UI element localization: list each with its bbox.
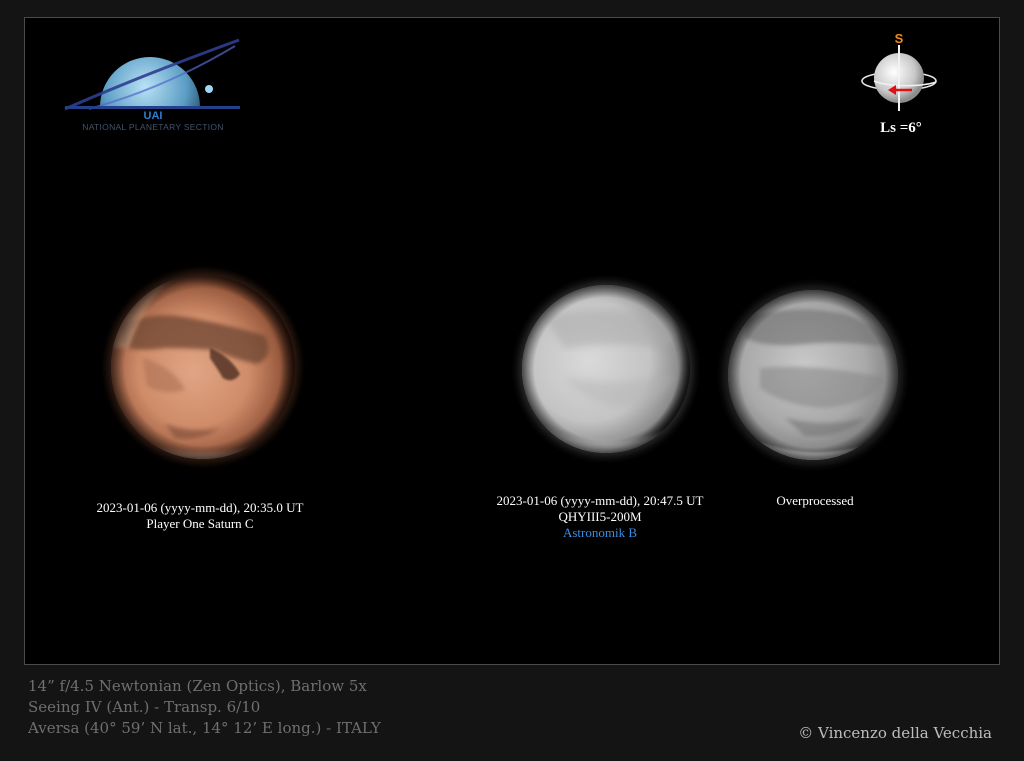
south-marker: S — [895, 31, 904, 46]
caption-date: 2023-01-06 (yyyy-mm-dd), 20:47.5 UT — [496, 493, 704, 508]
planet-scene: UAI NATIONAL PLANETARY SECTION S — [64, 31, 937, 465]
location-info: Aversa (40° 59’ N lat., 14° 12’ E long.)… — [28, 719, 381, 737]
orientation-globe-icon: S — [861, 31, 937, 111]
color-image-caption: 2023-01-06 (yyyy-mm-dd), 20:35.0 UT Play… — [70, 500, 330, 532]
observation-panel: UAI NATIONAL PLANETARY SECTION S Ls =6° … — [24, 17, 1000, 665]
caption-filter: Astronomik B — [562, 525, 638, 540]
overprocessed-caption: Overprocessed — [735, 493, 895, 509]
caption-camera: Player One Saturn C — [146, 516, 254, 531]
solar-longitude-label: Ls =6° — [880, 120, 922, 136]
uai-acronym: UAI — [144, 110, 163, 122]
telescope-info: 14” f/4.5 Newtonian (Zen Optics), Barlow… — [28, 677, 367, 695]
observation-details: 14” f/4.5 Newtonian (Zen Optics), Barlow… — [28, 676, 381, 739]
caption-label: Overprocessed — [776, 493, 854, 508]
mars-overprocessed-image — [723, 285, 903, 465]
bluefilter-image-caption: 2023-01-06 (yyyy-mm-dd), 20:47.5 UT QHYI… — [470, 493, 730, 541]
caption-camera: QHYIII5-200M — [558, 509, 642, 524]
caption-date: 2023-01-06 (yyyy-mm-dd), 20:35.0 UT — [96, 500, 304, 515]
uai-section-name: NATIONAL PLANETARY SECTION — [82, 122, 223, 132]
mars-bluefilter-image — [518, 281, 694, 457]
seeing-info: Seeing IV (Ant.) - Transp. 6/10 — [28, 698, 261, 716]
uai-logo: UAI NATIONAL PLANETARY SECTION — [64, 38, 240, 132]
mars-color-image — [107, 271, 299, 463]
copyright-notice: © Vincenzo della Vecchia — [798, 724, 992, 742]
